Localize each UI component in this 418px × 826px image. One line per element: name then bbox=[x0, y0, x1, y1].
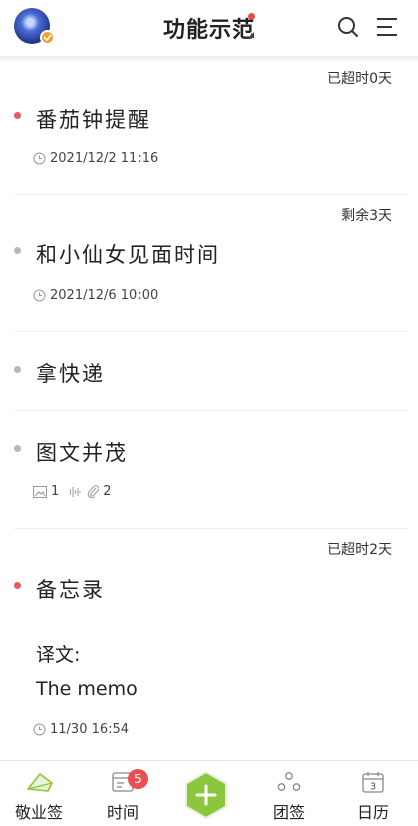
list-item[interactable]: 拿快递 bbox=[0, 332, 418, 411]
team-icon bbox=[277, 772, 301, 791]
tab-calendar[interactable]: 3 日历 bbox=[338, 761, 408, 826]
audio-icon bbox=[70, 486, 81, 497]
tab-label: 团签 bbox=[272, 803, 305, 822]
item-meta: 2021/12/2 11:16 bbox=[33, 151, 158, 166]
clock-icon bbox=[33, 152, 46, 165]
item-body-line: The memo bbox=[36, 678, 138, 700]
tab-label: 日历 bbox=[356, 803, 389, 822]
item-datetime: 11/30 16:54 bbox=[50, 722, 130, 737]
memo-list: 已超时0天 番茄钟提醒 2021/12/2 11:16 剩余3天 和小仙女见面时… bbox=[0, 62, 418, 759]
list-item[interactable]: 已超时0天 番茄钟提醒 2021/12/2 11:16 bbox=[0, 62, 418, 195]
list-item[interactable]: 已超时2天 备忘录 译文: The memo 11/30 16:54 bbox=[0, 529, 418, 759]
image-count: 1 bbox=[51, 484, 60, 499]
dropdown-caret-icon[interactable] bbox=[248, 32, 254, 38]
attachment-icon bbox=[88, 485, 100, 498]
priority-dot bbox=[14, 112, 21, 119]
priority-dot bbox=[14, 445, 21, 452]
image-icon bbox=[33, 485, 47, 498]
item-meta: 1 2 bbox=[33, 484, 112, 499]
search-icon[interactable] bbox=[337, 16, 359, 38]
tab-jingyeqian[interactable]: 敬业签 bbox=[4, 761, 74, 826]
status-label: 剩余3天 bbox=[341, 208, 392, 224]
list-item[interactable]: 图文并茂 1 2 bbox=[0, 411, 418, 529]
clock-icon bbox=[33, 289, 46, 302]
tab-label: 敬业签 bbox=[14, 803, 63, 822]
menu-icon[interactable] bbox=[376, 17, 398, 37]
calendar-icon: 3 bbox=[362, 772, 384, 793]
clock-icon bbox=[33, 723, 46, 736]
list-item[interactable]: 剩余3天 和小仙女见面时间 2021/12/6 10:00 bbox=[0, 195, 418, 332]
unread-dot bbox=[248, 13, 255, 20]
priority-dot bbox=[14, 582, 21, 589]
priority-dot bbox=[14, 366, 21, 373]
item-title: 拿快递 bbox=[36, 362, 105, 386]
calendar-day: 3 bbox=[370, 782, 376, 793]
notification-badge: 5 bbox=[128, 769, 148, 789]
app-header: 功能示范 bbox=[0, 0, 418, 56]
item-datetime: 2021/12/6 10:00 bbox=[50, 288, 159, 303]
priority-dot bbox=[14, 247, 21, 254]
item-title: 和小仙女见面时间 bbox=[36, 243, 220, 267]
status-label: 已超时2天 bbox=[327, 542, 392, 558]
item-title: 备忘录 bbox=[36, 578, 105, 602]
item-title: 番茄钟提醒 bbox=[36, 108, 151, 132]
item-body-line: 译文: bbox=[36, 644, 81, 666]
note-logo-icon bbox=[27, 773, 53, 792]
item-meta: 11/30 16:54 bbox=[33, 722, 129, 737]
add-button[interactable] bbox=[184, 770, 228, 820]
status-label: 已超时0天 bbox=[327, 71, 392, 87]
item-meta: 2021/12/6 10:00 bbox=[33, 288, 158, 303]
attachment-count: 2 bbox=[103, 484, 112, 499]
tab-time[interactable]: 5 时间 bbox=[88, 761, 158, 826]
tab-label: 时间 bbox=[106, 803, 139, 822]
item-title: 图文并茂 bbox=[36, 441, 128, 465]
tab-tuanqian[interactable]: 团签 bbox=[254, 761, 324, 826]
item-datetime: 2021/12/2 11:16 bbox=[50, 151, 159, 166]
